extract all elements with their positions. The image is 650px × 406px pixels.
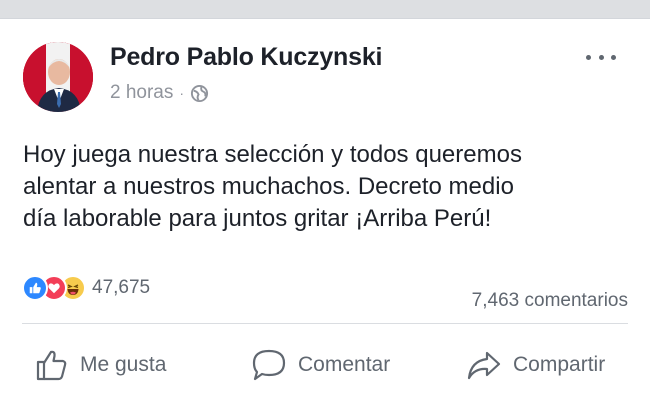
like-reaction-icon [22, 275, 48, 301]
author-avatar[interactable] [23, 42, 93, 112]
meta-separator: · [179, 85, 185, 101]
comment-button[interactable]: Comentar [250, 341, 390, 389]
top-strip [0, 0, 650, 18]
like-button-label: Me gusta [80, 353, 167, 376]
post-time[interactable]: 2 horas [110, 82, 173, 104]
share-icon [465, 347, 503, 383]
share-button-label: Compartir [513, 353, 606, 376]
comment-button-label: Comentar [298, 353, 391, 376]
post-text-line: Hoy juega nuestra selección y todos quer… [23, 141, 522, 168]
divider [22, 323, 628, 324]
thumbs-up-icon [34, 347, 70, 383]
post-text-line: día laborable para juntos gritar ¡Arriba… [23, 205, 492, 232]
globe-icon [190, 84, 209, 103]
comments-count[interactable]: 7,463 comentarios [472, 290, 628, 312]
share-button[interactable]: Compartir [465, 341, 605, 389]
post-card: Pedro Pablo Kuczynski 2 horas · Hoy jueg… [0, 18, 650, 406]
author-name[interactable]: Pedro Pablo Kuczynski [110, 43, 382, 72]
like-button[interactable]: Me gusta [34, 341, 166, 389]
post-meta: 2 horas · [110, 82, 209, 104]
reactions-summary[interactable]: 47,675 [22, 275, 150, 301]
comment-icon [250, 347, 288, 383]
reaction-count: 47,675 [92, 277, 151, 298]
post-text: Hoy juega nuestra selección y todos quer… [23, 139, 633, 235]
post-text-line: alentar a nuestros muchachos. Decreto me… [23, 173, 514, 200]
more-options-icon[interactable] [586, 47, 616, 67]
action-bar: Me gusta Comentar Compartir [0, 341, 650, 389]
reaction-icons [22, 275, 86, 301]
